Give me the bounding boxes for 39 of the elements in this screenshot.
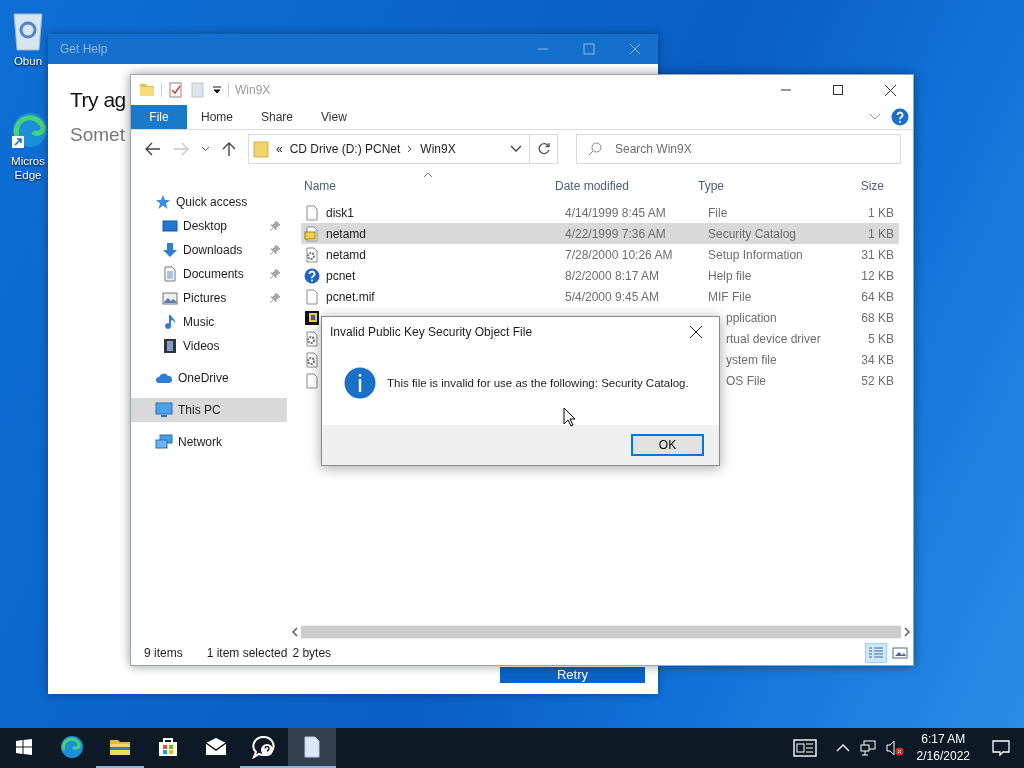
file-type: Security Catalog	[708, 226, 797, 241]
subheading: Somet	[70, 124, 125, 146]
file-type: Help file	[708, 268, 752, 283]
dialog-message: This file is invalid for use as the following: Security Catalog.	[387, 377, 689, 389]
window-title: Win9X	[235, 83, 271, 97]
file-size: 12 KB	[861, 268, 894, 283]
file-size: 52 KB	[861, 373, 894, 388]
file-size: 31 KB	[861, 247, 894, 262]
file-type: OS File	[726, 373, 766, 388]
file-type: Setup Information	[708, 247, 803, 262]
file-size: 68 KB	[861, 310, 894, 325]
file-name: pcnet	[326, 268, 356, 283]
file-name: netamd	[326, 226, 367, 241]
file-type: rtual device driver	[726, 331, 821, 346]
file-type: ystem file	[726, 352, 777, 367]
selection-count: 1 item selected	[206, 645, 288, 660]
file-size: 5 KB	[868, 331, 894, 346]
file-type: pplication	[726, 310, 777, 325]
selection-size: 2 bytes	[292, 645, 332, 660]
file-date: 4/14/1999 8:45 AM	[565, 205, 666, 220]
file-type: File	[708, 205, 728, 220]
file-size: 64 KB	[861, 289, 894, 304]
window-title: Get Help	[59, 42, 108, 56]
item-count: 9 items	[144, 645, 183, 660]
heading: Try ag	[70, 88, 126, 112]
file-date: 7/28/2000 10:26 AM	[565, 247, 673, 262]
file-name: disk1	[326, 205, 354, 220]
file-size: 34 KB	[861, 352, 894, 367]
file-name: pcnet.mif	[326, 289, 375, 304]
file-size: 1 KB	[868, 226, 894, 241]
file-name: netamd	[326, 247, 367, 262]
clock-date: 2/16/2022	[916, 748, 970, 765]
file-size: 1 KB	[868, 205, 894, 220]
file-date: 5/4/2000 9:45 AM	[565, 289, 660, 304]
file-date: 4/22/1999 7:36 AM	[565, 226, 666, 241]
dialog-title: Invalid Public Key Security Object File	[330, 325, 534, 339]
file-date: 8/2/2000 8:17 AM	[565, 268, 660, 283]
file-type: MIF File	[708, 289, 752, 304]
clock-time: 6:17 AM	[921, 731, 966, 748]
